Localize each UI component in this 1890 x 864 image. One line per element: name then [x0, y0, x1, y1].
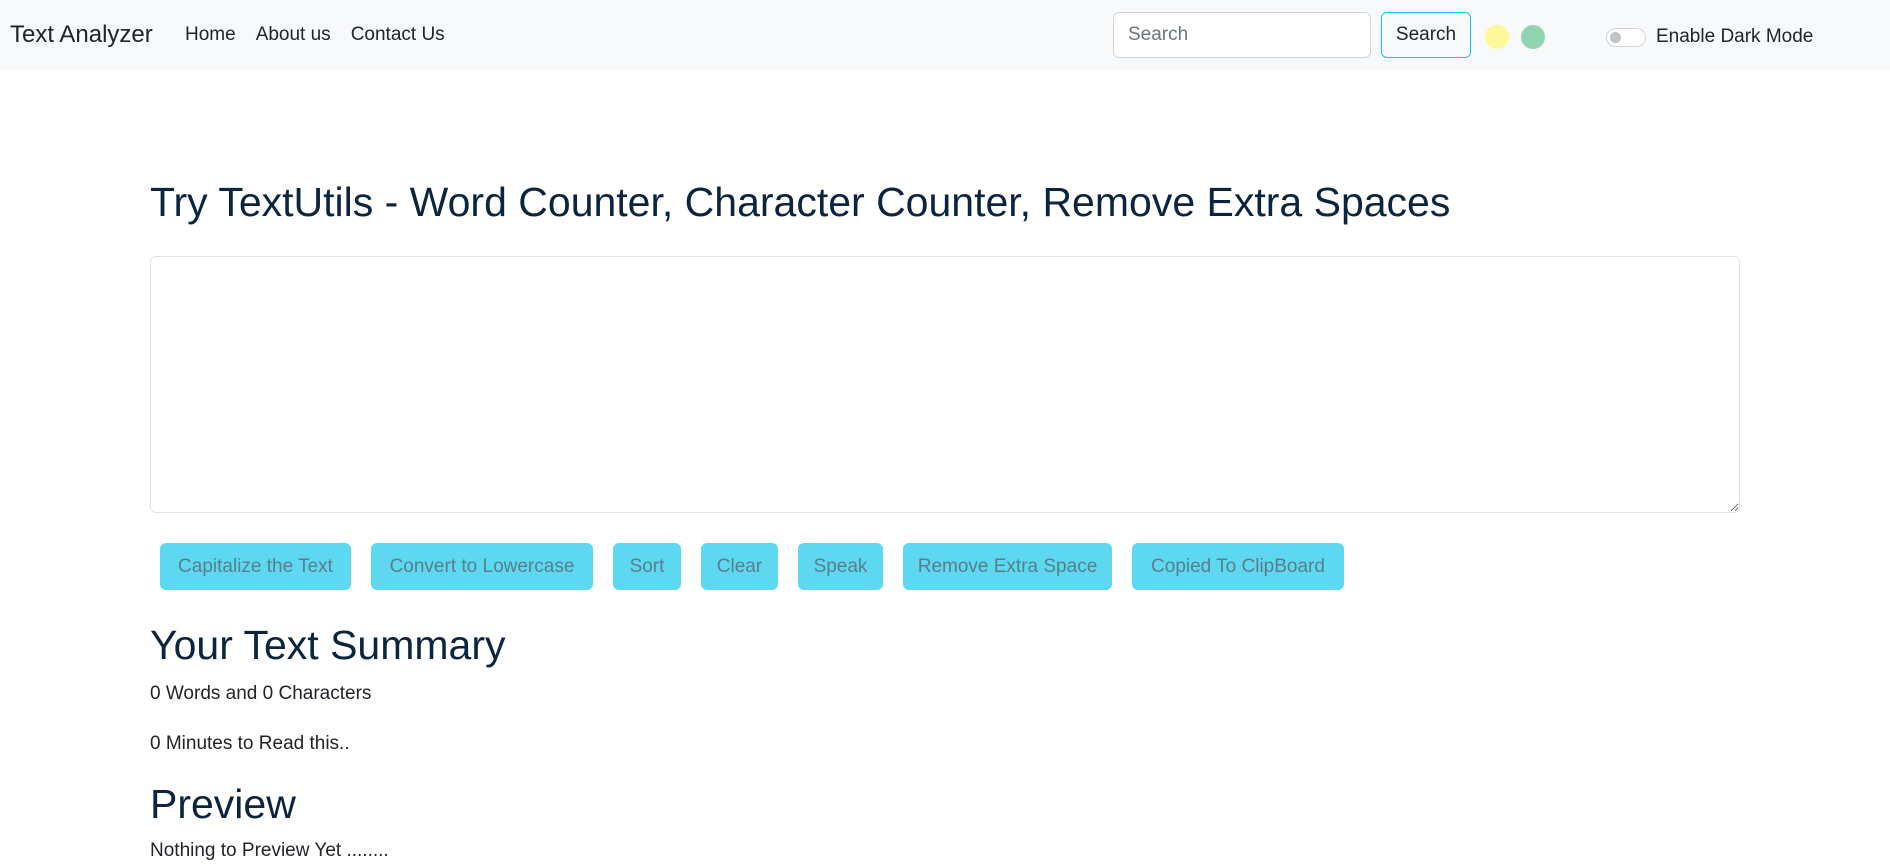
- capitalize-button[interactable]: Capitalize the Text: [160, 543, 351, 590]
- dark-mode-label: Enable Dark Mode: [1656, 26, 1814, 47]
- brand-logo[interactable]: Text Analyzer: [10, 17, 153, 53]
- search-input[interactable]: [1113, 12, 1371, 58]
- nav-link-contact[interactable]: Contact Us: [351, 22, 445, 48]
- nav-link-about[interactable]: About us: [256, 22, 331, 48]
- navbar: Text Analyzer Home About us Contact Us S…: [0, 0, 1890, 70]
- speak-button[interactable]: Speak: [798, 543, 883, 590]
- preview-title: Preview: [150, 781, 296, 827]
- summary-title: Your Text Summary: [150, 622, 506, 668]
- dark-mode-toggle[interactable]: [1606, 28, 1646, 47]
- green-theme-swatch[interactable]: [1521, 25, 1545, 49]
- word-char-count: 0 Words and 0 Characters: [150, 683, 372, 704]
- read-time: 0 Minutes to Read this..: [150, 733, 350, 754]
- lowercase-button[interactable]: Convert to Lowercase: [371, 543, 593, 590]
- toggle-knob: [1610, 32, 1621, 43]
- nav-links: Home About us Contact Us: [185, 22, 465, 48]
- clear-button[interactable]: Clear: [701, 543, 778, 590]
- sort-button[interactable]: Sort: [613, 543, 681, 590]
- remove-extra-space-button[interactable]: Remove Extra Space: [903, 543, 1112, 590]
- search-button[interactable]: Search: [1381, 12, 1471, 58]
- copy-clipboard-button[interactable]: Copied To ClipBoard: [1132, 543, 1344, 590]
- nav-link-home[interactable]: Home: [185, 22, 236, 48]
- page-title: Try TextUtils - Word Counter, Character …: [150, 179, 1451, 225]
- yellow-theme-swatch[interactable]: [1485, 25, 1509, 49]
- preview-text: Nothing to Preview Yet ........: [150, 840, 389, 861]
- text-input-area[interactable]: [150, 256, 1740, 513]
